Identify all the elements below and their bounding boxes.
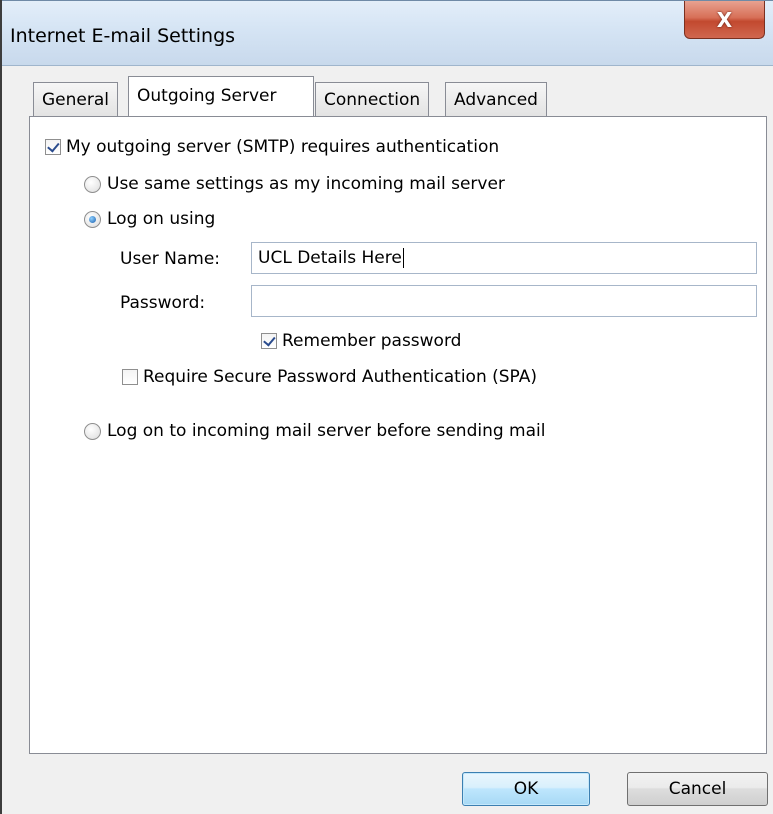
cancel-button[interactable]: Cancel xyxy=(627,772,768,806)
tab-label: Connection xyxy=(324,90,421,110)
close-button[interactable]: X xyxy=(684,1,765,39)
log-on-incoming-radio[interactable] xyxy=(84,422,101,440)
username-value: UCL Details Here xyxy=(258,248,402,268)
log-on-incoming-row[interactable]: Log on to incoming mail server before se… xyxy=(84,421,545,441)
window-title: Internet E-mail Settings xyxy=(10,25,236,47)
close-icon: X xyxy=(716,7,733,32)
tab-label: General xyxy=(42,90,109,110)
requires-auth-row[interactable]: My outgoing server (SMTP) requires authe… xyxy=(45,137,499,157)
spa-checkbox[interactable] xyxy=(122,369,138,385)
tab-label: Advanced xyxy=(454,90,538,110)
tab-general[interactable]: General xyxy=(33,82,118,116)
remember-password-checkbox[interactable] xyxy=(261,333,277,349)
text-caret xyxy=(402,248,404,268)
password-field[interactable] xyxy=(251,285,757,317)
spa-label: Require Secure Password Authentication (… xyxy=(143,367,537,387)
tab-connection[interactable]: Connection xyxy=(315,82,430,116)
log-on-using-radio[interactable] xyxy=(84,210,101,228)
remember-password-row[interactable]: Remember password xyxy=(261,331,461,351)
tab-advanced[interactable]: Advanced xyxy=(445,82,547,116)
same-settings-row[interactable]: Use same settings as my incoming mail se… xyxy=(84,174,505,194)
tab-outgoing-server[interactable]: Outgoing Server xyxy=(128,76,314,116)
spa-row[interactable]: Require Secure Password Authentication (… xyxy=(122,367,537,387)
same-settings-label: Use same settings as my incoming mail se… xyxy=(107,174,505,194)
cancel-button-label: Cancel xyxy=(668,779,727,799)
ok-button-label: OK xyxy=(513,779,539,799)
log-on-incoming-label: Log on to incoming mail server before se… xyxy=(107,421,546,441)
password-label: Password: xyxy=(120,293,206,313)
ok-button[interactable]: OK xyxy=(462,772,590,806)
remember-password-label: Remember password xyxy=(282,331,462,351)
requires-auth-label: My outgoing server (SMTP) requires authe… xyxy=(66,137,500,157)
tab-label: Outgoing Server xyxy=(137,86,277,106)
log-on-using-label: Log on using xyxy=(107,209,216,229)
username-label: User Name: xyxy=(120,249,221,269)
dialog-window: Internet E-mail Settings X General Outgo… xyxy=(0,0,773,814)
requires-auth-checkbox[interactable] xyxy=(45,139,61,155)
log-on-using-row[interactable]: Log on using xyxy=(84,209,215,229)
username-field[interactable]: UCL Details Here xyxy=(251,242,757,274)
title-bar[interactable]: Internet E-mail Settings X xyxy=(2,0,773,66)
same-settings-radio[interactable] xyxy=(84,175,101,193)
tab-panel-outgoing-server: My outgoing server (SMTP) requires authe… xyxy=(29,116,767,754)
